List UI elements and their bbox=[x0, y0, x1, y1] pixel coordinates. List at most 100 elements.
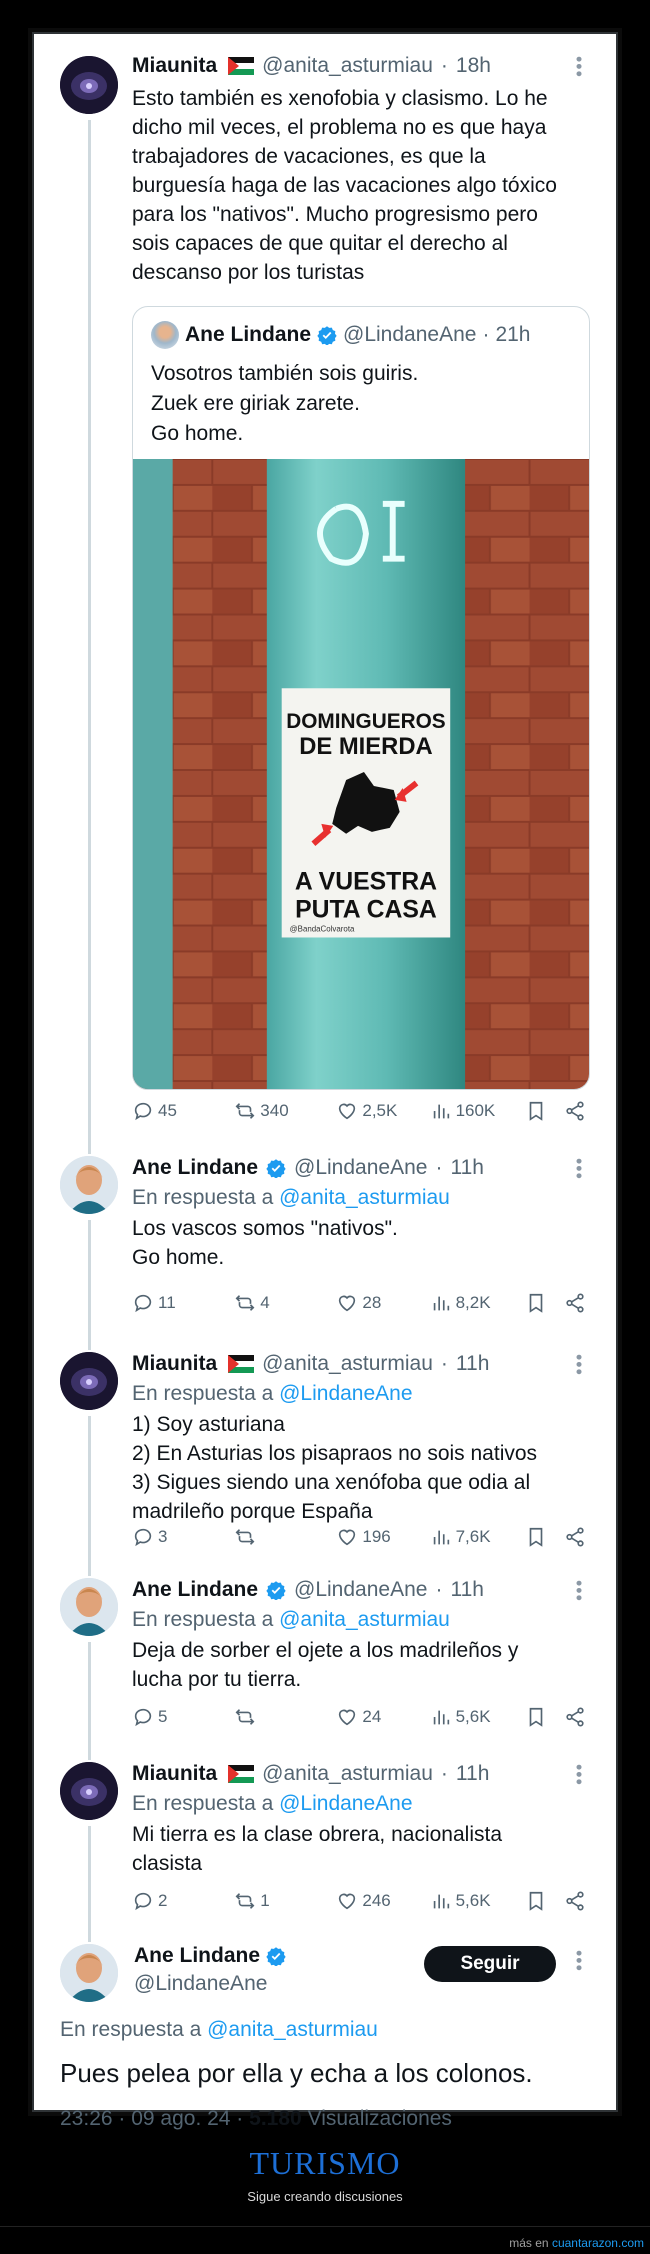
author-handle[interactable]: @LindaneAne bbox=[294, 1154, 427, 1182]
author-handle[interactable]: @anita_asturmiau bbox=[262, 1350, 433, 1378]
avatar-miaunita[interactable] bbox=[60, 56, 118, 114]
like-button[interactable]: 28 bbox=[336, 1292, 429, 1314]
bookmark-button[interactable] bbox=[525, 1292, 564, 1314]
tweet-time[interactable]: 11h bbox=[450, 1576, 483, 1604]
avatar-miaunita[interactable] bbox=[60, 1352, 118, 1410]
bookmark-button[interactable] bbox=[525, 1526, 564, 1548]
tweet-time[interactable]: 11h bbox=[450, 1154, 483, 1182]
reply-button[interactable]: 2 bbox=[132, 1890, 220, 1912]
main-tweet-text: Pues pelea por ella y echa a los colonos… bbox=[60, 2058, 533, 2088]
reply-to-link[interactable]: @LindaneAne bbox=[279, 1792, 412, 1815]
heart-icon bbox=[339, 1529, 356, 1546]
timestamp[interactable]: 23:26 · 09 ago. 24 · bbox=[60, 2107, 243, 2130]
retweet-button[interactable]: 340 bbox=[234, 1100, 332, 1122]
author-handle[interactable]: @anita_asturmiau bbox=[262, 1760, 433, 1788]
separator-dot: · bbox=[440, 1762, 448, 1785]
thread-line bbox=[88, 1220, 91, 1338]
like-button[interactable]: 24 bbox=[336, 1706, 429, 1728]
more-options-icon[interactable]: ••• bbox=[569, 1158, 589, 1180]
author-handle[interactable]: @LindaneAne bbox=[294, 1576, 427, 1604]
like-button[interactable]: 196 bbox=[336, 1526, 429, 1548]
poster-credit: @BandaColvarota bbox=[290, 924, 355, 933]
share-icon bbox=[566, 1101, 584, 1121]
more-options-icon[interactable]: ••• bbox=[569, 1764, 589, 1786]
footer-site-link[interactable]: cuantarazon.com bbox=[552, 2236, 644, 2250]
views-button[interactable]: 7,6K bbox=[430, 1526, 523, 1548]
views-button[interactable]: 8,2K bbox=[430, 1292, 523, 1314]
author-name[interactable]: Ane Lindane bbox=[132, 1154, 258, 1182]
reply-to-link[interactable]: @anita_asturmiau bbox=[279, 1186, 450, 1209]
share-button[interactable] bbox=[564, 1706, 586, 1728]
author-name[interactable]: Miaunita bbox=[132, 52, 217, 80]
reply-icon bbox=[134, 1294, 152, 1313]
more-options-icon[interactable]: ••• bbox=[569, 56, 589, 78]
more-options-icon[interactable]: ••• bbox=[569, 1950, 589, 1972]
thread-line bbox=[88, 1416, 91, 1564]
share-button[interactable] bbox=[564, 1890, 586, 1912]
separator-dot: · bbox=[435, 1578, 443, 1601]
retweet-button[interactable]: 1 bbox=[234, 1890, 332, 1912]
views-button[interactable]: 5,6K bbox=[430, 1706, 523, 1728]
share-button[interactable] bbox=[564, 1292, 586, 1314]
reply-button[interactable]: 3 bbox=[132, 1526, 220, 1548]
reply-button[interactable]: 11 bbox=[132, 1292, 220, 1314]
tweet-thread-screenshot: Miaunita @anita_asturmiau · 18h ••• Esto… bbox=[32, 32, 618, 2130]
tweet-time[interactable]: 18h bbox=[456, 52, 491, 80]
reply-to-link[interactable]: @anita_asturmiau bbox=[207, 2018, 378, 2041]
retweet-button[interactable]: 4 bbox=[234, 1292, 332, 1314]
more-options-icon[interactable]: ••• bbox=[569, 1354, 589, 1376]
tweet-5[interactable]: Miaunita @anita_asturmiau · 11h ••• En r… bbox=[34, 1748, 616, 1932]
retweet-button[interactable] bbox=[234, 1706, 332, 1728]
avatar-ane-lindane[interactable] bbox=[60, 1156, 118, 1214]
bookmark-button[interactable] bbox=[525, 1890, 564, 1912]
tweet-text: Esto también es xenofobia y clasismo. Lo… bbox=[132, 87, 557, 284]
palestine-flag-icon bbox=[228, 57, 255, 75]
tweet-actions: 11 4 28 8,2K bbox=[132, 1290, 586, 1316]
reply-to-link[interactable]: @anita_asturmiau bbox=[279, 1608, 450, 1631]
follow-button[interactable]: Seguir bbox=[424, 1946, 556, 1982]
share-button[interactable] bbox=[564, 1100, 586, 1122]
views-count: 5,6K bbox=[455, 1707, 491, 1726]
like-button[interactable]: 246 bbox=[336, 1890, 429, 1912]
quoted-tweet[interactable]: Ane Lindane @LindaneAne · 21h Vosotros t… bbox=[132, 306, 590, 1090]
reply-to-link[interactable]: @LindaneAne bbox=[279, 1382, 412, 1405]
avatar-ane-lindane[interactable] bbox=[60, 1944, 118, 2002]
avatar-miaunita[interactable] bbox=[60, 1762, 118, 1820]
main-tweet[interactable]: Ane Lindane @LindaneAne Seguir ••• En re… bbox=[34, 1932, 616, 2130]
quoted-photo[interactable]: DOMINGUEROS DE MIERDA A VUESTRA PUTA CAS… bbox=[133, 459, 589, 1089]
avatar-ane-lindane[interactable] bbox=[60, 1578, 118, 1636]
views-count: 160K bbox=[455, 1101, 496, 1120]
bookmark-button[interactable] bbox=[525, 1706, 564, 1728]
reply-prefix: En respuesta a bbox=[132, 1608, 274, 1631]
like-button[interactable]: 2,5K bbox=[336, 1100, 429, 1122]
author-name[interactable]: Ane Lindane bbox=[134, 1944, 260, 1968]
author-name[interactable]: Miaunita bbox=[132, 1760, 217, 1788]
share-button[interactable] bbox=[564, 1526, 586, 1548]
reply-button[interactable]: 45 bbox=[132, 1100, 220, 1122]
views-button[interactable]: 160K bbox=[430, 1100, 523, 1122]
tweet-time[interactable]: 11h bbox=[456, 1350, 489, 1378]
thread-line bbox=[88, 1932, 91, 1942]
caption-subtitle: Sigue creando discusiones bbox=[247, 2189, 403, 2204]
quoted-tweet-header: Ane Lindane @LindaneAne · 21h bbox=[151, 321, 531, 349]
tweet-4[interactable]: Ane Lindane @LindaneAne · 11h ••• En res… bbox=[34, 1564, 616, 1748]
retweet-button[interactable] bbox=[234, 1526, 332, 1548]
more-options-icon[interactable]: ••• bbox=[569, 1580, 589, 1602]
footer-prefix: más en bbox=[509, 2236, 549, 2250]
author-name[interactable]: Miaunita bbox=[132, 1350, 217, 1378]
tweet-time[interactable]: 11h bbox=[456, 1760, 489, 1788]
thread-line bbox=[88, 1338, 91, 1350]
bookmark-icon bbox=[529, 1293, 543, 1313]
author-name[interactable]: Ane Lindane bbox=[132, 1576, 258, 1604]
tweet-text: 1) Soy asturiana 2) En Asturias los pisa… bbox=[132, 1413, 538, 1523]
bookmark-button[interactable] bbox=[525, 1100, 564, 1122]
reply-prefix: En respuesta a bbox=[60, 2018, 202, 2041]
author-handle[interactable]: @LindaneAne bbox=[134, 1972, 267, 1996]
author-handle[interactable]: @anita_asturmiau bbox=[262, 52, 433, 80]
heart-icon bbox=[339, 1103, 356, 1120]
tweet-1[interactable]: Miaunita @anita_asturmiau · 18h ••• Esto… bbox=[34, 52, 616, 1142]
views-button[interactable]: 5,6K bbox=[430, 1890, 523, 1912]
tweet-3[interactable]: Miaunita @anita_asturmiau · 11h ••• En r… bbox=[34, 1338, 616, 1564]
reply-button[interactable]: 5 bbox=[132, 1706, 220, 1728]
tweet-2[interactable]: Ane Lindane @LindaneAne · 11h ••• En res… bbox=[34, 1142, 616, 1338]
